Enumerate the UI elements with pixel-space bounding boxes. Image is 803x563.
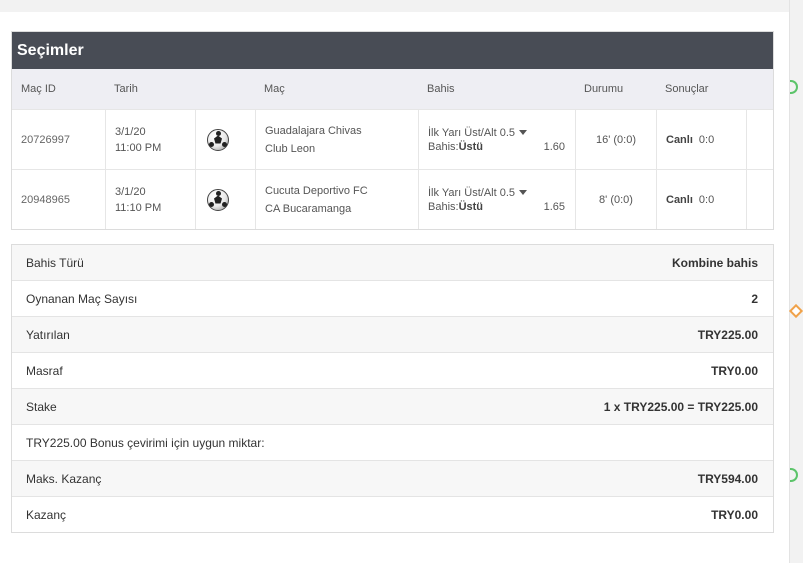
match-date: 3/1/20 bbox=[115, 125, 146, 138]
match-status: 8' (0:0) bbox=[575, 170, 656, 229]
summary-row-max-win: Maks. Kazanç TRY594.00 bbox=[12, 460, 773, 496]
summary-label: Bahis Türü bbox=[26, 255, 84, 270]
match-teams[interactable]: Guadalajara Chivas Club Leon bbox=[255, 110, 418, 169]
caret-down-icon[interactable] bbox=[519, 190, 528, 195]
summary-value: TRY594.00 bbox=[697, 471, 758, 486]
bet-label: Bahis: bbox=[428, 200, 459, 213]
summary-label: Maks. Kazanç bbox=[26, 471, 102, 486]
summary-row-fee: Masraf TRY0.00 bbox=[12, 352, 773, 388]
away-team[interactable]: Club Leon bbox=[265, 140, 362, 158]
match-datetime: 3/1/20 11:00 PM bbox=[105, 110, 195, 169]
live-label: Canlı bbox=[666, 193, 693, 206]
bet-odds: 1.65 bbox=[543, 200, 565, 213]
match-result: Canlı 0:0 bbox=[656, 110, 746, 169]
summary-value: TRY225.00 bbox=[697, 327, 758, 342]
match-sport bbox=[195, 110, 255, 169]
match-status: 16' (0:0) bbox=[575, 110, 656, 169]
live-label: Canlı bbox=[666, 133, 693, 146]
summary-label: Oynanan Maç Sayısı bbox=[26, 291, 138, 306]
summary-value: Kombine bahis bbox=[671, 255, 758, 270]
summary-label: Yatırılan bbox=[26, 327, 70, 342]
summary-value: 2 bbox=[751, 291, 758, 306]
match-teams[interactable]: Cucuta Deportivo FC CA Bucaramanga bbox=[255, 170, 418, 229]
summary-value: TRY0.00 bbox=[711, 363, 758, 378]
summary-row-bet-type: Bahis Türü Kombine bahis bbox=[12, 245, 773, 280]
bet-selection: Üstü bbox=[458, 200, 484, 213]
soccer-ball-icon bbox=[207, 128, 229, 151]
column-header-match: Maç bbox=[264, 83, 285, 95]
bet-cell[interactable]: İlk Yarı Üst/Alt 0.5 Bahis:Üstü 1.60 bbox=[418, 110, 575, 169]
summary-value: TRY0.00 bbox=[711, 507, 758, 522]
result-score: 0:0 bbox=[698, 133, 715, 146]
column-header-results: Sonuçlar bbox=[665, 83, 709, 95]
match-result: Canlı 0:0 bbox=[656, 170, 746, 229]
summary-row-deposited: Yatırılan TRY225.00 bbox=[12, 316, 773, 352]
summary-label: TRY225.00 Bonus çevirimi için uygun mikt… bbox=[26, 435, 265, 450]
match-time: 11:10 PM bbox=[115, 201, 162, 214]
summary-row-match-count: Oynanan Maç Sayısı 2 bbox=[12, 280, 773, 316]
soccer-ball-icon bbox=[207, 188, 229, 211]
selections-panel: Seçimler Maç ID Tarih Maç Bahis Durumu S… bbox=[11, 31, 774, 230]
bet-market[interactable]: İlk Yarı Üst/Alt 0.5 bbox=[428, 186, 515, 200]
bet-summary: Bahis Türü Kombine bahis Oynanan Maç Say… bbox=[11, 244, 774, 533]
row-empty-cell bbox=[746, 170, 773, 229]
result-score: 0:0 bbox=[698, 193, 715, 206]
table-row: 20948965 3/1/20 11:10 PM Cucuta Deportiv… bbox=[12, 169, 773, 229]
home-team[interactable]: Guadalajara Chivas bbox=[265, 122, 362, 140]
column-header-bet: Bahis bbox=[427, 83, 455, 95]
away-team[interactable]: CA Bucaramanga bbox=[265, 200, 368, 218]
summary-label: Stake bbox=[26, 399, 57, 414]
summary-row-win: Kazanç TRY0.00 bbox=[12, 496, 773, 532]
match-id: 20726997 bbox=[21, 133, 70, 146]
home-team[interactable]: Cucuta Deportivo FC bbox=[265, 182, 368, 200]
bet-market[interactable]: İlk Yarı Üst/Alt 0.5 bbox=[428, 126, 515, 140]
bet-selection: Üstü bbox=[458, 140, 484, 153]
caret-down-icon[interactable] bbox=[519, 130, 528, 135]
summary-label: Masraf bbox=[26, 363, 63, 378]
match-time: 11:00 PM bbox=[115, 141, 162, 154]
summary-label: Kazanç bbox=[26, 507, 67, 522]
summary-row-stake: Stake 1 x TRY225.00 = TRY225.00 bbox=[12, 388, 773, 424]
summary-row-bonus: TRY225.00 Bonus çevirimi için uygun mikt… bbox=[12, 424, 773, 460]
match-date: 3/1/20 bbox=[115, 185, 146, 198]
table-header: Maç ID Tarih Maç Bahis Durumu Sonuçlar bbox=[12, 69, 773, 109]
column-header-date: Tarih bbox=[114, 83, 138, 95]
bet-odds: 1.60 bbox=[543, 140, 565, 153]
summary-value: 1 x TRY225.00 = TRY225.00 bbox=[603, 399, 758, 414]
panel-title: Seçimler bbox=[12, 32, 773, 69]
match-id: 20948965 bbox=[21, 193, 70, 206]
table-row: 20726997 3/1/20 11:00 PM Guadalajara Chi… bbox=[12, 109, 773, 169]
match-datetime: 3/1/20 11:10 PM bbox=[105, 170, 195, 229]
column-header-match-id: Maç ID bbox=[21, 83, 56, 95]
row-empty-cell bbox=[746, 110, 773, 169]
match-sport bbox=[195, 170, 255, 229]
bet-cell[interactable]: İlk Yarı Üst/Alt 0.5 Bahis:Üstü 1.65 bbox=[418, 170, 575, 229]
bet-label: Bahis: bbox=[428, 140, 459, 153]
column-header-status: Durumu bbox=[584, 83, 624, 95]
